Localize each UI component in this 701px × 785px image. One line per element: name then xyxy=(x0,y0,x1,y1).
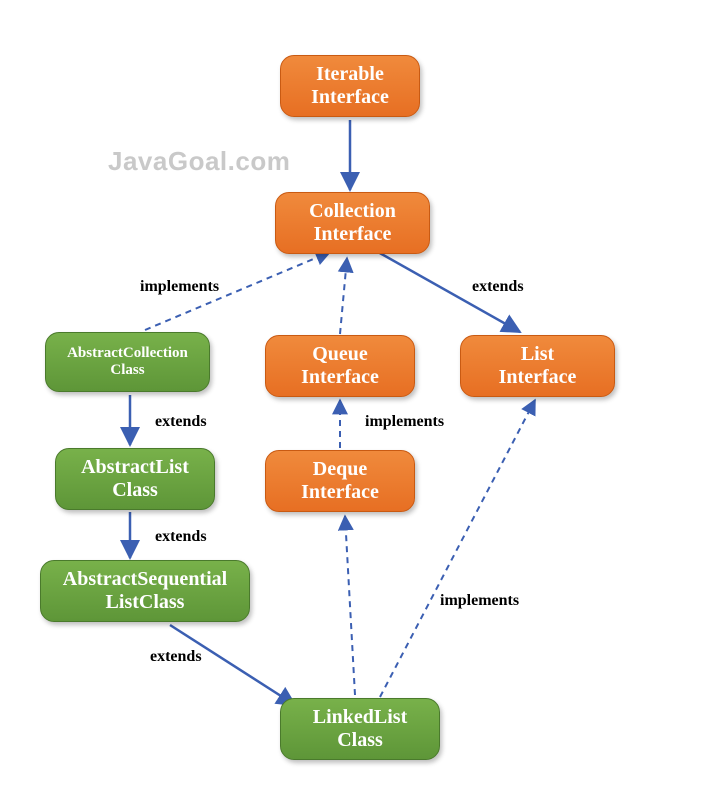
node-line2: Class xyxy=(112,479,158,502)
node-line1: LinkedList xyxy=(313,706,407,729)
node-line2: ListClass xyxy=(106,591,185,614)
node-queue-interface: Queue Interface xyxy=(265,335,415,397)
node-iterable-interface: Iterable Interface xyxy=(280,55,420,117)
watermark-text: JavaGoal.com xyxy=(108,146,290,177)
edge-label-implements: implements xyxy=(140,278,219,296)
node-line1: Deque xyxy=(313,458,367,481)
node-abstractsequentiallist-class: AbstractSequential ListClass xyxy=(40,560,250,622)
node-line2: Class xyxy=(337,729,383,752)
edge-label-extends: extends xyxy=(155,528,207,546)
node-list-interface: List Interface xyxy=(460,335,615,397)
node-abstractlist-class: AbstractList Class xyxy=(55,448,215,510)
node-line1: AbstractSequential xyxy=(63,568,227,591)
edge-label-extends: extends xyxy=(150,648,202,666)
node-line2: Interface xyxy=(499,366,577,389)
node-linkedlist-class: LinkedList Class xyxy=(280,698,440,760)
edge-label-extends: extends xyxy=(472,278,524,296)
node-line2: Interface xyxy=(311,86,389,109)
node-collection-interface: Collection Interface xyxy=(275,192,430,254)
node-abstractcollection-class: AbstractCollection Class xyxy=(45,332,210,392)
edge-label-implements: implements xyxy=(440,592,519,610)
node-line1: AbstractList xyxy=(81,456,189,479)
node-line1: Collection xyxy=(309,200,396,223)
node-line2: Interface xyxy=(301,481,379,504)
node-line1: List xyxy=(521,343,554,366)
node-line2: Interface xyxy=(301,366,379,389)
node-deque-interface: Deque Interface xyxy=(265,450,415,512)
node-line1: Queue xyxy=(312,343,368,366)
node-line2: Interface xyxy=(314,223,392,246)
class-hierarchy-diagram: JavaGoal.com Iterable Interface xyxy=(0,0,701,785)
edge-label-implements: implements xyxy=(365,413,444,431)
node-line1: AbstractCollection xyxy=(67,345,188,362)
node-line2: Class xyxy=(110,362,144,379)
edge-label-extends: extends xyxy=(155,413,207,431)
node-line1: Iterable xyxy=(316,63,384,86)
